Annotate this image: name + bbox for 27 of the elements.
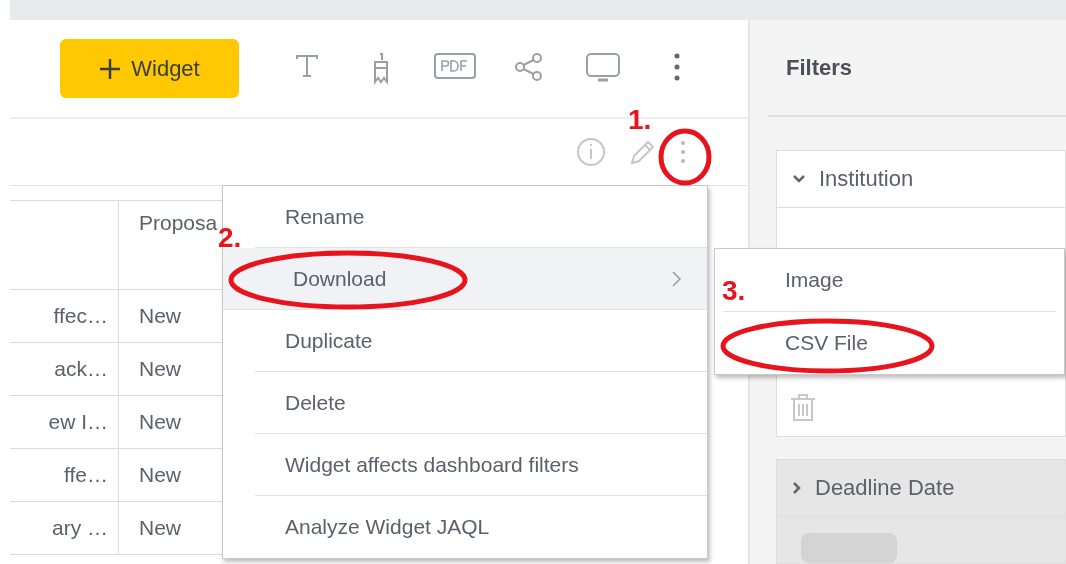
text-icon[interactable] (294, 52, 320, 79)
table-cell: ary … (10, 501, 119, 555)
table-cell: ew I… (10, 395, 119, 449)
info-icon[interactable] (576, 137, 606, 167)
menu-item[interactable]: Delete (255, 372, 707, 434)
trash-icon[interactable] (789, 392, 817, 422)
chevron-right-icon[interactable] (793, 482, 801, 494)
menu-item[interactable]: Widget affects dashboard filters (255, 434, 707, 496)
table-cell: ffe… (10, 448, 119, 502)
chevron-down-icon[interactable] (793, 175, 805, 183)
plus-icon (99, 57, 122, 80)
more-icon[interactable] (674, 52, 680, 81)
highlight-overlay (658, 128, 712, 186)
table-cell: ffec… (10, 289, 119, 343)
add-widget-button[interactable]: Widget (60, 39, 239, 98)
filter-title[interactable]: Institution (819, 166, 914, 192)
step-number: 1. (628, 104, 652, 136)
pdf-icon[interactable] (434, 52, 476, 79)
monitor-icon[interactable] (586, 52, 620, 83)
menu-item[interactable]: Download (223, 248, 707, 310)
step-number: 3. (722, 275, 746, 307)
table-cell: ack… (10, 342, 119, 396)
menu-item[interactable]: Duplicate (255, 310, 707, 372)
brush-icon[interactable] (371, 52, 391, 85)
share-icon[interactable] (514, 52, 544, 81)
filter-title[interactable]: Deadline Date (815, 475, 955, 501)
panel-title: Filters (768, 20, 1066, 117)
